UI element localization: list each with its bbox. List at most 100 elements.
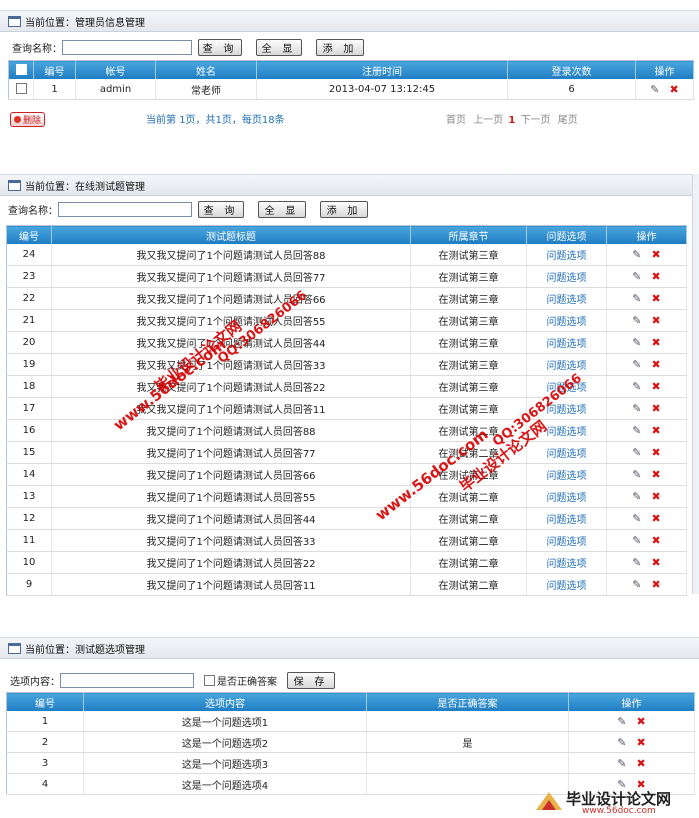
options-link[interactable]: 问题选项: [547, 471, 587, 482]
cell-id: 10: [6, 551, 52, 574]
close-icon[interactable]: ✖: [652, 446, 661, 459]
options-link[interactable]: 问题选项: [547, 383, 587, 394]
close-icon[interactable]: ✖: [637, 736, 646, 749]
close-icon[interactable]: ✖: [637, 715, 646, 728]
options-link[interactable]: 问题选项: [547, 449, 587, 460]
show-all-button[interactable]: 全 显: [256, 38, 302, 56]
row-checkbox[interactable]: [15, 83, 27, 95]
cell-actions: ✎ ✖: [606, 419, 687, 442]
close-icon[interactable]: ✖: [652, 556, 661, 569]
pencil-icon[interactable]: ✎: [617, 736, 626, 749]
scrollbar[interactable]: [692, 174, 699, 594]
table-row: 19 我又我又提问了1个问题请测试人员回答33 在测试第三章 问题选项 ✎ ✖: [6, 353, 687, 376]
options-link[interactable]: 问题选项: [547, 537, 587, 548]
search-label: 查询名称：: [8, 205, 58, 217]
correct-checkbox[interactable]: [204, 674, 215, 686]
options-link[interactable]: 问题选项: [547, 493, 587, 504]
options-link[interactable]: 问题选项: [547, 559, 587, 570]
close-icon[interactable]: ✖: [652, 380, 661, 393]
pencil-icon[interactable]: ✎: [632, 270, 641, 283]
pager-next-link[interactable]: 下一页: [521, 115, 551, 126]
close-icon[interactable]: ✖: [637, 757, 646, 770]
search-input[interactable]: [62, 39, 192, 55]
pager-last-link[interactable]: 尾页: [558, 115, 578, 126]
save-button[interactable]: 保 存: [287, 671, 335, 689]
close-icon[interactable]: ✖: [652, 424, 661, 437]
search-bar: 查询名称： 查 询 全 显 添 加: [0, 34, 699, 60]
delete-button[interactable]: 删除: [10, 112, 45, 127]
pager-nav: 首页 上一页 1 下一页 尾页: [446, 111, 578, 126]
option-label: 选项内容：: [10, 676, 60, 688]
options-link[interactable]: 问题选项: [547, 405, 587, 416]
pager-first-link[interactable]: 首页: [446, 115, 466, 126]
pencil-icon[interactable]: ✎: [632, 578, 641, 591]
pencil-icon[interactable]: ✎: [650, 83, 659, 96]
cell-options: 问题选项: [526, 375, 607, 398]
options-link[interactable]: 问题选项: [547, 427, 587, 438]
pencil-icon[interactable]: ✎: [632, 402, 641, 415]
options-link[interactable]: 问题选项: [547, 251, 587, 262]
cell-title: 我又我又提问了1个问题请测试人员回答88: [51, 244, 411, 266]
close-icon[interactable]: ✖: [652, 402, 661, 415]
close-icon[interactable]: ✖: [670, 83, 679, 96]
cell-id: 19: [6, 353, 52, 376]
pencil-icon[interactable]: ✎: [632, 534, 641, 547]
options-link[interactable]: 问题选项: [547, 515, 587, 526]
option-form: 选项内容： 是否正确答案 保 存: [0, 667, 699, 693]
pencil-icon[interactable]: ✎: [632, 336, 641, 349]
cell-actions: ✎ ✖: [606, 287, 687, 310]
cell-actions: ✎ ✖: [568, 731, 695, 753]
close-icon[interactable]: ✖: [652, 534, 661, 547]
pencil-icon[interactable]: ✎: [632, 292, 641, 305]
close-icon[interactable]: ✖: [652, 578, 661, 591]
query-button[interactable]: 查 询: [198, 38, 242, 56]
show-all-button[interactable]: 全 显: [258, 200, 306, 218]
cell-actions: ✎ ✖: [606, 573, 687, 596]
row-checkbox-cell: [8, 79, 34, 100]
close-icon[interactable]: ✖: [652, 336, 661, 349]
close-icon[interactable]: ✖: [652, 358, 661, 371]
add-button[interactable]: 添 加: [320, 200, 368, 218]
pencil-icon[interactable]: ✎: [632, 446, 641, 459]
cell-chapter: 在测试第二章: [410, 507, 527, 530]
options-link[interactable]: 问题选项: [547, 339, 587, 350]
select-all-checkbox[interactable]: [15, 64, 27, 76]
close-icon[interactable]: ✖: [652, 468, 661, 481]
options-link[interactable]: 问题选项: [547, 295, 587, 306]
close-icon[interactable]: ✖: [652, 490, 661, 503]
breadcrumb: 当前位置：测试题选项管理: [0, 637, 699, 659]
close-icon[interactable]: ✖: [652, 314, 661, 327]
query-button[interactable]: 查 询: [198, 200, 244, 218]
close-icon[interactable]: ✖: [652, 292, 661, 305]
cell-chapter: 在测试第二章: [410, 463, 527, 486]
pencil-icon[interactable]: ✎: [617, 715, 626, 728]
options-link[interactable]: 问题选项: [547, 361, 587, 372]
close-icon[interactable]: ✖: [652, 248, 661, 261]
close-icon[interactable]: ✖: [652, 270, 661, 283]
cell-chapter: 在测试第二章: [410, 441, 527, 464]
close-icon[interactable]: ✖: [652, 512, 661, 525]
cell-options: 问题选项: [526, 265, 607, 288]
search-input[interactable]: [58, 201, 192, 217]
options-link[interactable]: 问题选项: [547, 581, 587, 592]
cell-actions: ✎ ✖: [606, 441, 687, 464]
options-link[interactable]: 问题选项: [547, 317, 587, 328]
pencil-icon[interactable]: ✎: [632, 314, 641, 327]
pencil-icon[interactable]: ✎: [632, 468, 641, 481]
pencil-icon[interactable]: ✎: [632, 512, 641, 525]
pencil-icon[interactable]: ✎: [632, 556, 641, 569]
pencil-icon[interactable]: ✎: [632, 490, 641, 503]
pencil-icon[interactable]: ✎: [617, 757, 626, 770]
cell-options: 问题选项: [526, 309, 607, 332]
cell-is-correct: [366, 752, 569, 774]
pencil-icon[interactable]: ✎: [632, 248, 641, 261]
pencil-icon[interactable]: ✎: [632, 424, 641, 437]
pager-prev-link[interactable]: 上一页: [473, 115, 503, 126]
pencil-icon[interactable]: ✎: [632, 380, 641, 393]
option-input[interactable]: [60, 672, 194, 688]
pencil-icon[interactable]: ✎: [632, 358, 641, 371]
add-button[interactable]: 添 加: [316, 38, 364, 56]
options-link[interactable]: 问题选项: [547, 273, 587, 284]
table-row: 3 这是一个问题选项3 ✎ ✖: [6, 752, 695, 774]
cell-options: 问题选项: [526, 507, 607, 530]
